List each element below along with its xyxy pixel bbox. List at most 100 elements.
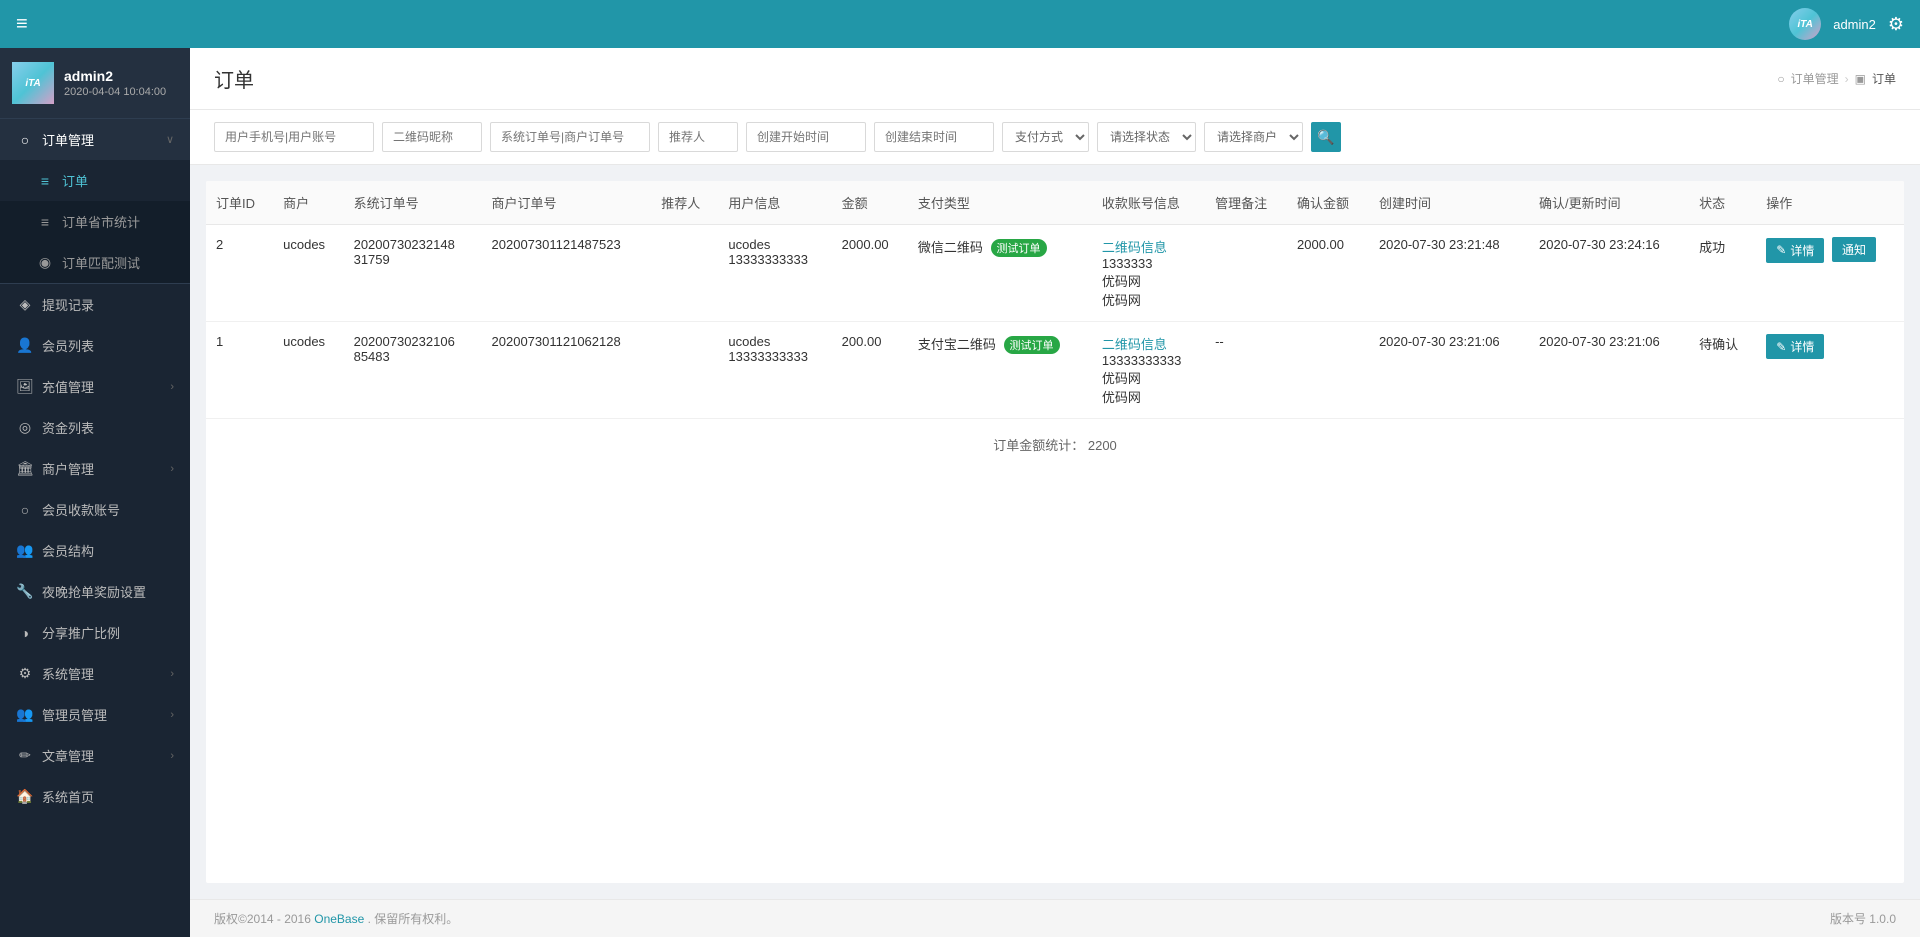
sidebar-item-share-ratio[interactable]: ◑ 分享推广比例 [0,612,190,653]
detail-button[interactable]: ✎ 详情 [1766,238,1824,263]
cell-merchant-order-no: 202007301121487523 [482,225,652,322]
sidebar-item-system-management[interactable]: ⚙ 系统管理 › [0,653,190,694]
col-merchant: 商户 [273,181,343,225]
collection-info-link[interactable]: 二维码信息 [1102,337,1167,352]
header-avatar: iTA [1789,8,1821,40]
main-content: 订单 ○ 订单管理 › ▣ 订单 支付方式 微信 支付宝 请选择状态 [190,48,1920,937]
sidebar-item-order-match-test[interactable]: ◉ 订单匹配测试 [0,242,190,283]
recharge-icon: 🖼 [16,378,34,395]
chevron-right-icon5: › [170,750,174,762]
order-no-input[interactable] [490,122,650,152]
sidebar-item-recharge[interactable]: 🖼 充值管理 › [0,366,190,407]
cell-merchant: ucodes [273,225,343,322]
funds-icon: ◎ [16,419,34,436]
sidebar-nav: ○ 订单管理 ∨ ≡ 订单 ≡ 订单省市统计 ◉ 订单匹配测试 [0,119,190,937]
cell-system-order-no: 2020073023210685483 [344,322,482,419]
detail-button[interactable]: ✎ 详情 [1766,334,1824,359]
cell-action: ✎ 详情 [1756,322,1904,419]
col-payment-type: 支付类型 [908,181,1092,225]
merchant-select[interactable]: 请选择商户 [1204,122,1303,152]
breadcrumb-separator: › [1845,72,1849,86]
sidebar-item-night-grab[interactable]: 🔧 夜晚抢单奖励设置 [0,571,190,612]
orders-icon: ≡ [36,173,54,189]
col-updated-time: 确认/更新时间 [1529,181,1689,225]
stats-icon: ≡ [36,214,54,230]
home-icon: 🏠 [16,788,34,805]
match-icon: ◉ [36,254,54,271]
order-total: 订单金额统计： 2200 [206,419,1904,470]
start-time-input[interactable] [746,122,866,152]
footer: 版权©2014 - 2016 OneBase . 保留所有权利。 版本号 1.0… [190,899,1920,937]
header-right: iTA admin2 ⚙ [1789,8,1904,40]
status-select[interactable]: 请选择状态 成功 待确认 失败 [1097,122,1196,152]
cell-order-id: 2 [206,225,273,322]
main-layout: iTA admin2 2020-04-04 10:04:00 ○ 订单管理 ∨ … [0,48,1920,937]
col-admin-note: 管理备注 [1205,181,1287,225]
sidebar-avatar: iTA [12,62,54,104]
structure-icon: 👥 [16,542,34,559]
qrcode-input[interactable] [382,122,482,152]
sidebar-item-member-structure[interactable]: 👥 会员结构 [0,530,190,571]
notify-button[interactable]: 通知 [1832,237,1876,262]
member-list-icon: 👤 [16,337,34,354]
sidebar: iTA admin2 2020-04-04 10:04:00 ○ 订单管理 ∨ … [0,48,190,937]
search-button[interactable]: 🔍 [1311,122,1341,152]
filter-bar: 支付方式 微信 支付宝 请选择状态 成功 待确认 失败 请选择商户 🔍 [190,110,1920,165]
col-action: 操作 [1756,181,1904,225]
sidebar-item-order-management[interactable]: ○ 订单管理 ∨ [0,119,190,160]
payment-method-select[interactable]: 支付方式 微信 支付宝 [1002,122,1089,152]
referrer-input[interactable] [658,122,738,152]
sidebar-item-funds[interactable]: ◎ 资金列表 [0,407,190,448]
end-time-input[interactable] [874,122,994,152]
sidebar-section-order: ○ 订单管理 ∨ ≡ 订单 ≡ 订单省市统计 ◉ 订单匹配测试 [0,119,190,284]
sidebar-item-system-home[interactable]: 🏠 系统首页 [0,776,190,817]
sidebar-user-section: iTA admin2 2020-04-04 10:04:00 [0,48,190,119]
sidebar-sub-order: ≡ 订单 ≡ 订单省市统计 ◉ 订单匹配测试 [0,160,190,283]
breadcrumb-current-icon: ▣ [1855,72,1866,86]
total-label: 订单金额统计： [993,438,1084,453]
cell-created-time: 2020-07-30 23:21:06 [1369,322,1529,419]
cell-payment-type: 微信二维码 测试订单 [908,225,1092,322]
onebase-link[interactable]: OneBase [314,912,364,926]
night-grab-icon: 🔧 [16,583,34,600]
cell-user-info: ucodes13333333333 [718,225,831,322]
sidebar-item-orders[interactable]: ≡ 订单 [0,160,190,201]
page-header: 订单 ○ 订单管理 › ▣ 订单 [190,48,1920,110]
col-created-time: 创建时间 [1369,181,1529,225]
cell-created-time: 2020-07-30 23:21:48 [1369,225,1529,322]
collection-info-link[interactable]: 二维码信息 [1102,240,1167,255]
chevron-down-icon: ∨ [166,133,174,146]
merchant-icon: 🏛 [16,460,34,477]
breadcrumb-management[interactable]: 订单管理 [1791,70,1839,87]
cell-user-info: ucodes13333333333 [718,322,831,419]
cell-updated-time: 2020-07-30 23:21:06 [1529,322,1689,419]
hamburger-icon[interactable]: ≡ [16,13,28,36]
sidebar-item-member-list[interactable]: 👤 会员列表 [0,325,190,366]
page-title: 订单 [214,64,254,93]
sidebar-item-article-management[interactable]: ✏ 文章管理 › [0,735,190,776]
sidebar-item-member-collection[interactable]: ○ 会员收款账号 [0,489,190,530]
sidebar-datetime: 2020-04-04 10:04:00 [64,86,166,98]
settings-icon[interactable]: ⚙ [1888,14,1904,35]
cell-amount: 200.00 [832,322,908,419]
col-order-id: 订单ID [206,181,273,225]
sidebar-item-withdrawal[interactable]: ◈ 提现记录 [0,284,190,325]
sidebar-item-order-management-label: 订单管理 [42,130,158,149]
article-icon: ✏ [16,747,34,764]
table-row: 2 ucodes 2020073023214831759 20200730112… [206,225,1904,322]
table-row: 1 ucodes 2020073023210685483 20200730112… [206,322,1904,419]
breadcrumb: ○ 订单管理 › ▣ 订单 [1777,70,1896,87]
breadcrumb-current: 订单 [1872,70,1896,87]
col-user-info: 用户信息 [718,181,831,225]
cell-referrer [651,322,718,419]
cell-merchant-order-no: 202007301121062128 [482,322,652,419]
share-icon: ◑ [16,625,34,641]
sidebar-item-admin-management[interactable]: 👥 管理员管理 › [0,694,190,735]
col-amount: 金额 [832,181,908,225]
cell-system-order-no: 2020073023214831759 [344,225,482,322]
phone-input[interactable] [214,122,374,152]
sidebar-item-merchant[interactable]: 🏛 商户管理 › [0,448,190,489]
cell-confirmed-amount [1287,322,1369,419]
sidebar-item-order-province-stats[interactable]: ≡ 订单省市统计 [0,201,190,242]
orders-table: 订单ID 商户 系统订单号 商户订单号 推荐人 用户信息 金额 支付类型 收款账… [206,181,1904,419]
